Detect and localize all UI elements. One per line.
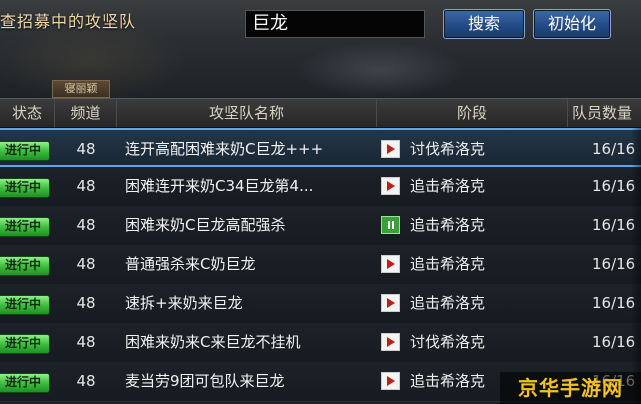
channel-cell: 48 [76,372,96,390]
play-icon [381,255,400,273]
status-badge: 进行中 [0,295,50,315]
party-name: 速拆+来奶来巨龙 [125,294,243,312]
party-list: 进行中 48 连开高配困难来奶C巨龙+++ 讨伐希洛克 16/16 进行中 48… [0,128,641,404]
column-header-name[interactable]: 攻坚队名称 [117,99,377,127]
stage-cell: 追击希洛克 [410,216,486,234]
channel-cell: 48 [76,255,96,273]
table-row[interactable]: 进行中 48 连开高配困难来奶C巨龙+++ 讨伐希洛克 16/16 [0,128,641,167]
pause-icon [381,216,400,234]
stage-icon-cell [381,167,403,206]
status-cell: 进行中 [0,130,55,169]
table-header: 状态 频道 攻坚队名称 阶段 队员数量 [0,98,641,128]
status-cell: 进行中 [0,167,55,206]
stage-cell: 追击希洛克 [410,294,486,312]
table-row[interactable]: 进行中 48 困难来奶来C来巨龙不挂机 讨伐希洛克 16/16 [0,323,641,363]
status-badge: 进行中 [0,141,50,161]
status-badge: 进行中 [0,217,50,237]
status-cell: 进行中 [0,284,55,323]
stage-icon-cell [381,206,403,245]
party-name: 普通强杀来C奶巨龙 [125,255,256,273]
status-cell: 进行中 [0,245,55,284]
column-header-stage[interactable]: 阶段 [377,99,568,127]
search-button[interactable]: 搜索 [443,9,525,39]
stage-icon-cell [381,284,403,323]
party-name: 困难来奶C巨龙高配强杀 [125,216,286,234]
party-name: 困难来奶来C来巨龙不挂机 [125,333,301,351]
reset-button[interactable]: 初始化 [533,9,611,39]
play-icon [381,294,400,312]
column-header-count[interactable]: 队员数量 [568,99,641,127]
stage-cell: 追击希洛克 [410,255,486,273]
table-row[interactable]: 进行中 48 速拆+来奶来巨龙 追击希洛克 16/16 [0,284,641,324]
status-badge: 进行中 [0,178,50,198]
column-header-channel[interactable]: 频道 [55,99,117,127]
column-header-status[interactable]: 状态 [0,99,55,127]
recruit-title: 查招募中的攻坚队 [0,12,137,31]
sub-tab[interactable]: 寝丽颖 [52,80,110,98]
stage-cell: 讨伐希洛克 [410,333,486,351]
table-row[interactable]: 进行中 48 困难连开来奶C34巨龙第4... 追击希洛克 16/16 [0,167,641,207]
play-icon [381,140,400,158]
channel-cell: 48 [76,140,96,158]
status-badge: 进行中 [0,373,50,393]
channel-cell: 48 [76,177,96,195]
stage-icon-cell [381,245,403,284]
stage-cell: 讨伐希洛克 [410,140,486,158]
search-input[interactable]: 巨龙 [245,10,425,38]
play-icon [381,333,400,351]
stage-icon-cell [381,362,403,401]
party-name: 困难连开来奶C34巨龙第4... [125,177,314,195]
party-name: 连开高配困难来奶C巨龙+++ [125,140,324,158]
party-name: 麦当劳9团可包队来巨龙 [125,372,285,390]
channel-cell: 48 [76,333,96,351]
channel-cell: 48 [76,294,96,312]
scroll-edge [631,128,641,404]
stage-icon-cell [381,323,403,362]
play-icon [381,177,400,195]
status-cell: 进行中 [0,362,55,401]
status-badge: 进行中 [0,334,50,354]
status-badge: 进行中 [0,256,50,276]
status-cell: 进行中 [0,206,55,245]
table-row[interactable]: 进行中 48 困难来奶C巨龙高配强杀 追击希洛克 16/16 [0,206,641,246]
channel-cell: 48 [76,216,96,234]
watermark-logo: 京华手游网 [500,372,641,404]
play-icon [381,372,400,390]
status-cell: 进行中 [0,323,55,362]
stage-cell: 追击希洛克 [410,177,486,195]
table-row[interactable]: 进行中 48 普通强杀来C奶巨龙 追击希洛克 16/16 [0,245,641,285]
stage-icon-cell [381,130,403,169]
